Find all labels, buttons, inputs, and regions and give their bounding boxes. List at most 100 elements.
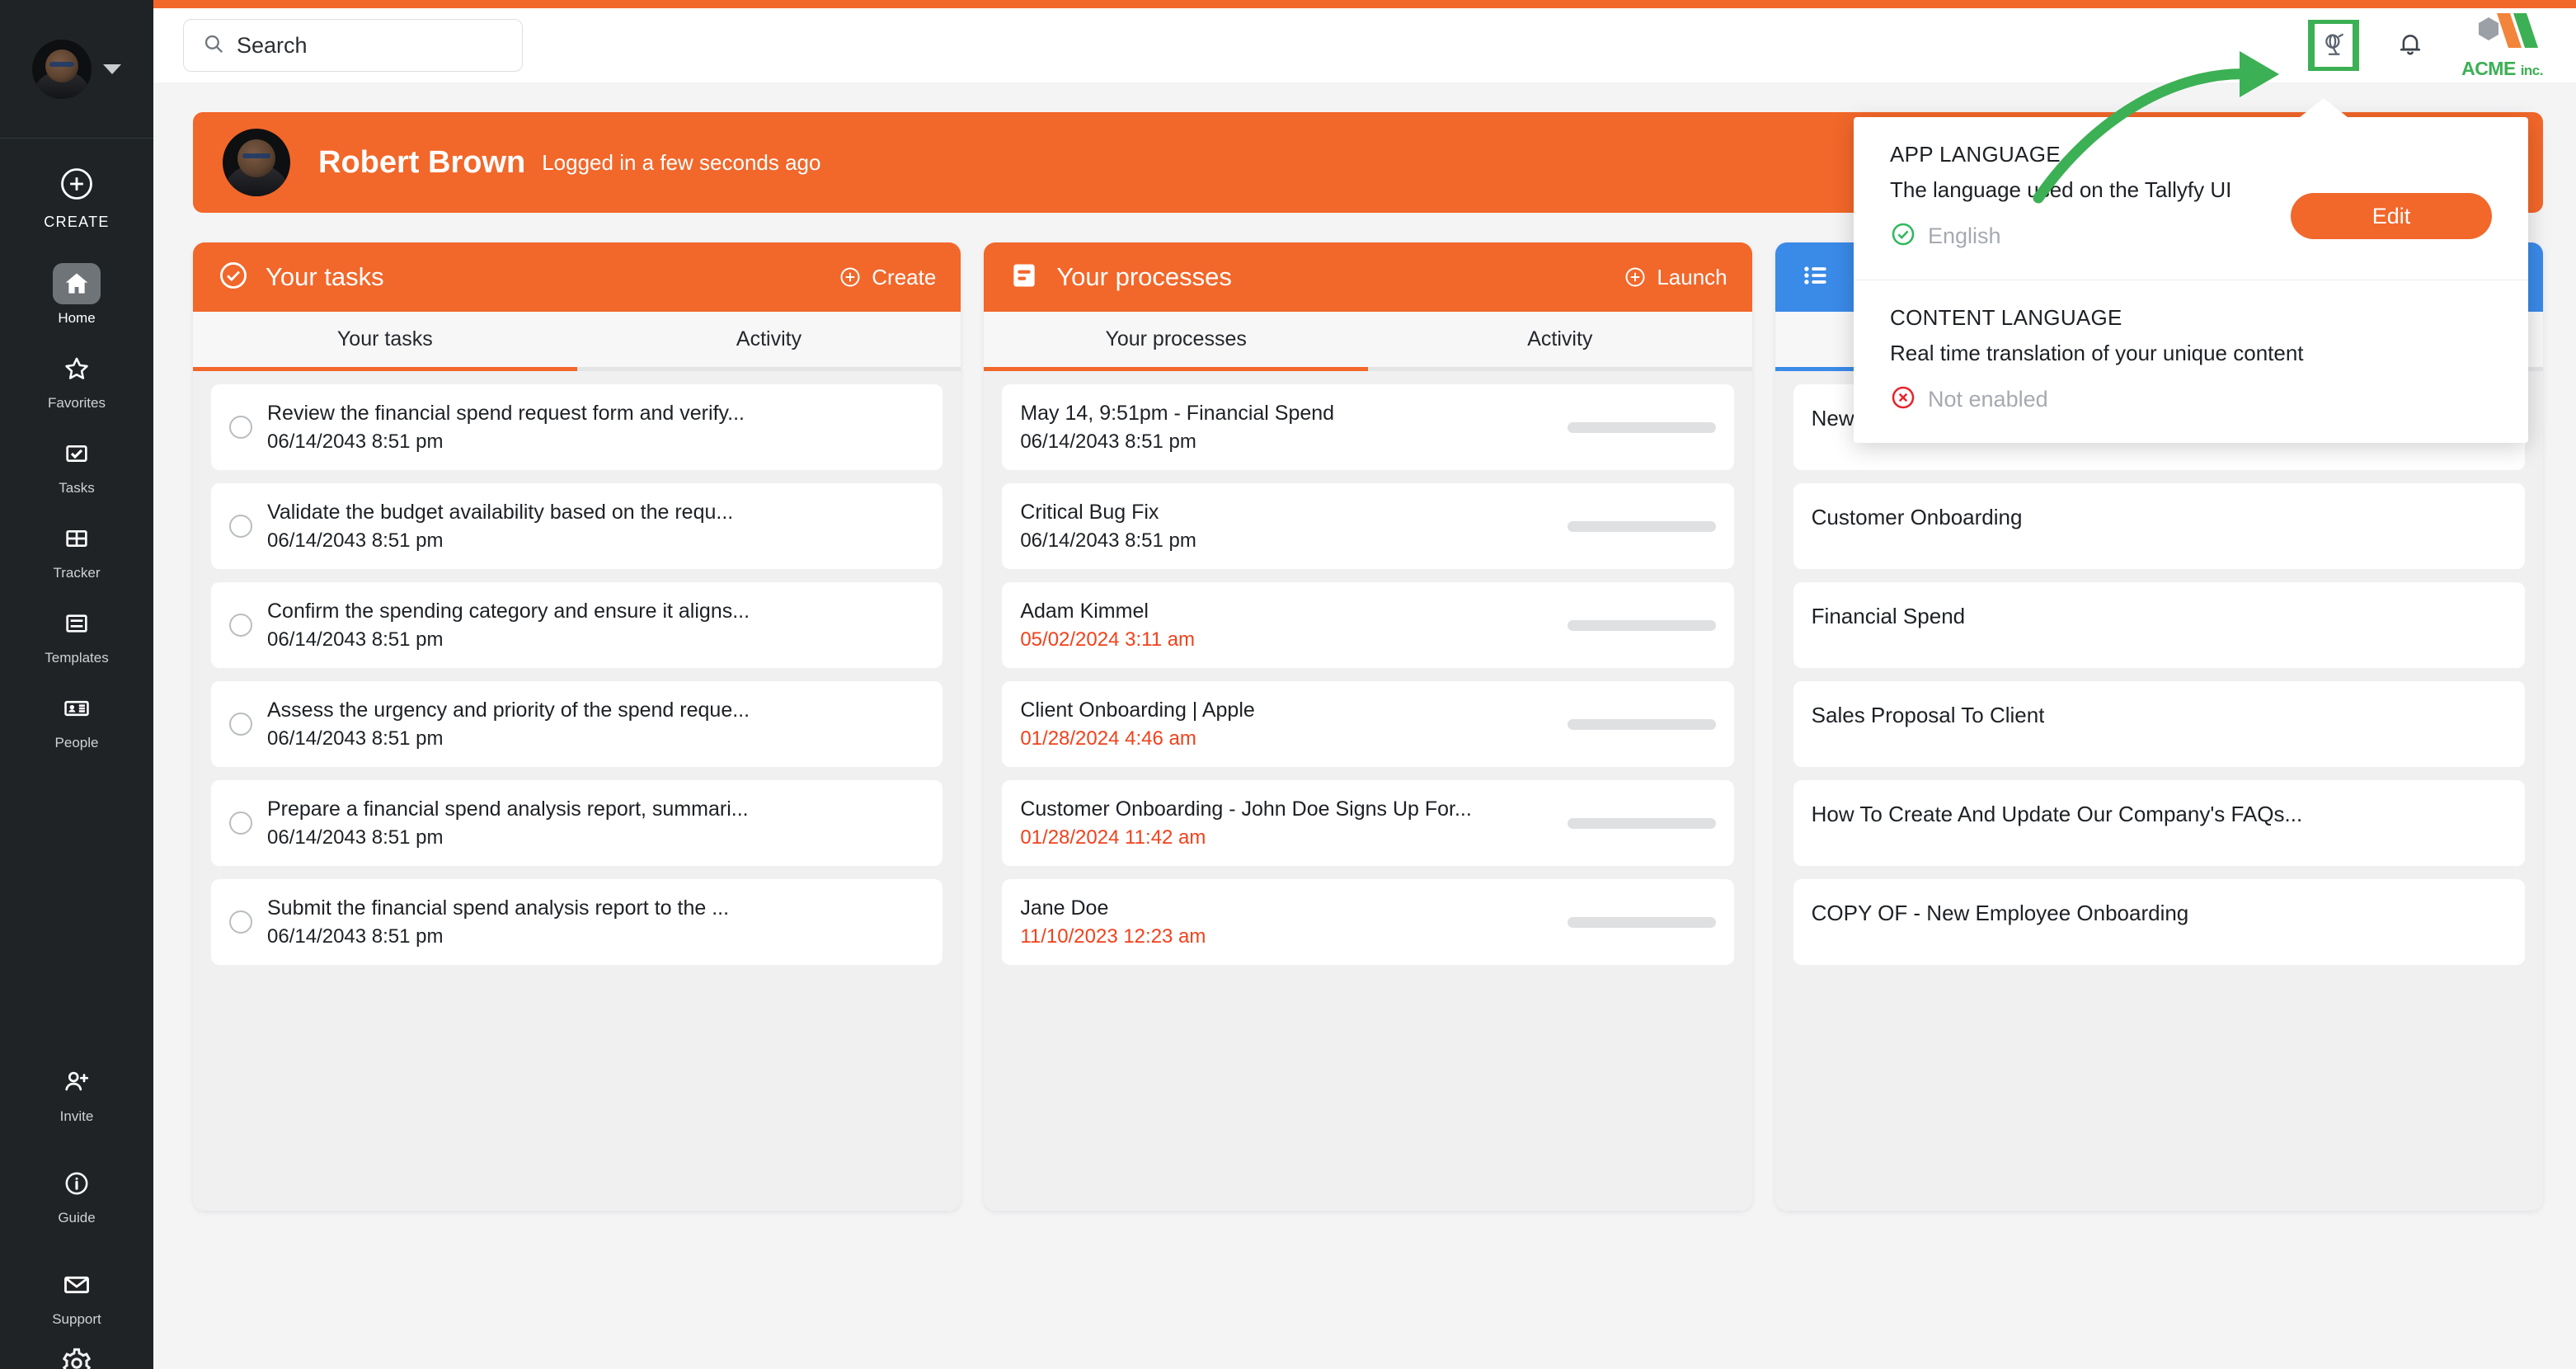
- list-item[interactable]: Critical Bug Fix 06/14/2043 8:51 pm: [1002, 483, 1734, 569]
- list-item[interactable]: May 14, 9:51pm - Financial Spend 06/14/2…: [1002, 384, 1734, 470]
- card-title: Your processes: [1056, 262, 1232, 291]
- task-date: 06/14/2043 8:51 pm: [267, 430, 444, 453]
- sidebar-item-label: Invite: [59, 1108, 94, 1124]
- list-item[interactable]: Confirm the spending category and ensure…: [211, 582, 943, 668]
- task-complete-radio[interactable]: [229, 614, 252, 637]
- sidebar-item-tracker[interactable]: Tracker: [0, 507, 153, 592]
- sidebar-item-tasks[interactable]: Tasks: [0, 422, 153, 507]
- tab-activity[interactable]: Activity: [576, 312, 961, 371]
- search-icon: [202, 32, 225, 59]
- process-date: 06/14/2043 8:51 pm: [1020, 430, 1196, 453]
- sidebar-item-home[interactable]: Home: [0, 252, 153, 337]
- progress-bar: [1567, 421, 1716, 433]
- process-title: Critical Bug Fix: [1020, 500, 1159, 524]
- sidebar: CREATE Home Favorites Tasks Tracker Temp…: [0, 0, 153, 1369]
- sidebar-bottom-nav: Invite Guide Support: [0, 1042, 153, 1369]
- check-circle-icon: [218, 260, 249, 295]
- process-date: 06/14/2043 8:51 pm: [1020, 529, 1196, 552]
- process-icon: [1008, 260, 1040, 295]
- task-complete-radio[interactable]: [229, 910, 252, 934]
- task-title: Validate the budget availability based o…: [267, 500, 734, 524]
- task-date: 06/14/2043 8:51 pm: [267, 727, 444, 750]
- tab-activity[interactable]: Activity: [1368, 312, 1752, 371]
- profile-switcher[interactable]: [0, 0, 153, 139]
- envelope-icon: [53, 1264, 101, 1305]
- list-item[interactable]: Customer Onboarding: [1793, 483, 2525, 569]
- process-title: Jane Doe: [1020, 896, 1109, 920]
- list-item[interactable]: Sales Proposal To Client: [1793, 681, 2525, 767]
- process-date: 05/02/2024 3:11 am: [1020, 628, 1196, 651]
- popover-caret: [2299, 98, 2348, 118]
- sidebar-item-label: Favorites: [48, 395, 106, 411]
- template-title: How To Create And Update Our Company's F…: [1811, 802, 2303, 826]
- star-icon: [53, 348, 101, 389]
- content-language-value: Not enabled: [1928, 387, 2048, 412]
- user-plus-icon: [53, 1061, 101, 1103]
- task-date: 06/14/2043 8:51 pm: [267, 529, 444, 552]
- sidebar-item-label: Tasks: [59, 480, 95, 496]
- list-item[interactable]: Customer Onboarding - John Doe Signs Up …: [1002, 780, 1734, 866]
- process-title: May 14, 9:51pm - Financial Spend: [1020, 401, 1335, 425]
- task-title: Confirm the spending category and ensure…: [267, 599, 750, 623]
- your-tasks-card: Your tasks Create Your tasks Activity Re…: [193, 242, 961, 1211]
- edit-app-language-button[interactable]: Edit: [2291, 193, 2492, 239]
- info-circle-icon: [53, 1163, 101, 1204]
- task-date: 06/14/2043 8:51 pm: [267, 826, 444, 849]
- progress-bar: [1567, 520, 1716, 532]
- section-title: APP LANGUAGE: [1890, 142, 2061, 167]
- list-item[interactable]: COPY OF - New Employee Onboarding: [1793, 879, 2525, 965]
- tab-your-processes[interactable]: Your processes: [984, 312, 1368, 371]
- launch-process-button[interactable]: Launch: [1624, 264, 1728, 290]
- settings-gear-icon[interactable]: [60, 1347, 93, 1369]
- task-complete-radio[interactable]: [229, 416, 252, 439]
- list-item[interactable]: Adam Kimmel 05/02/2024 3:11 am: [1002, 582, 1734, 668]
- sidebar-item-support[interactable]: Support: [0, 1245, 153, 1347]
- list-item[interactable]: Jane Doe 11/10/2023 12:23 am: [1002, 879, 1734, 965]
- sidebar-item-invite[interactable]: Invite: [0, 1042, 153, 1144]
- list-item[interactable]: Validate the budget availability based o…: [211, 483, 943, 569]
- sidebar-item-templates[interactable]: Templates: [0, 592, 153, 677]
- create-button[interactable]: CREATE: [0, 139, 153, 252]
- id-card-icon: [53, 688, 101, 729]
- launch-label: Launch: [1657, 264, 1728, 289]
- template-title: Sales Proposal To Client: [1811, 703, 2045, 727]
- content-language-status: Not enabled: [1890, 384, 2492, 415]
- list-item[interactable]: Review the financial spend request form …: [211, 384, 943, 470]
- notifications-button[interactable]: [2389, 24, 2432, 67]
- progress-bar: [1567, 619, 1716, 631]
- sidebar-item-label: Templates: [45, 650, 109, 666]
- task-date: 06/14/2043 8:51 pm: [267, 628, 444, 651]
- company-logo: ACME inc.: [2461, 12, 2544, 80]
- search-placeholder: Search: [237, 32, 308, 58]
- sidebar-item-people[interactable]: People: [0, 677, 153, 762]
- brand-name: ACME inc.: [2461, 57, 2543, 79]
- check-circle-icon: [1890, 221, 1916, 252]
- template-list: New Employee Onboarding Customer Onboard…: [1775, 371, 2543, 983]
- section-description: Real time translation of your unique con…: [1890, 341, 2304, 365]
- sidebar-item-favorites[interactable]: Favorites: [0, 337, 153, 422]
- process-title: Adam Kimmel: [1020, 599, 1149, 623]
- list-item[interactable]: How To Create And Update Our Company's F…: [1793, 780, 2525, 866]
- card-title: Your tasks: [266, 262, 384, 291]
- process-title: Client Onboarding | Apple: [1020, 698, 1255, 722]
- create-task-button[interactable]: Create: [839, 265, 936, 290]
- home-icon: [53, 263, 101, 304]
- task-complete-radio[interactable]: [229, 515, 252, 538]
- list-item[interactable]: Client Onboarding | Apple 01/28/2024 4:4…: [1002, 681, 1734, 767]
- task-complete-radio[interactable]: [229, 812, 252, 835]
- list-item[interactable]: Financial Spend: [1793, 582, 2525, 668]
- list-item[interactable]: Prepare a financial spend analysis repor…: [211, 780, 943, 866]
- task-complete-radio[interactable]: [229, 713, 252, 736]
- list-item[interactable]: Assess the urgency and priority of the s…: [211, 681, 943, 767]
- process-date: 01/28/2024 11:42 am: [1020, 826, 1206, 849]
- search-input[interactable]: Search: [183, 19, 523, 72]
- list-item[interactable]: Submit the financial spend analysis repo…: [211, 879, 943, 965]
- sidebar-item-guide[interactable]: Guide: [0, 1144, 153, 1245]
- checkbox-icon: [53, 433, 101, 474]
- process-date: 01/28/2024 4:46 am: [1020, 727, 1196, 750]
- progress-bar: [1567, 817, 1716, 829]
- chevron-down-icon[interactable]: [103, 64, 121, 74]
- language-globe-button[interactable]: [2308, 20, 2360, 71]
- sidebar-item-label: Tracker: [53, 565, 101, 581]
- tab-your-tasks[interactable]: Your tasks: [193, 312, 577, 371]
